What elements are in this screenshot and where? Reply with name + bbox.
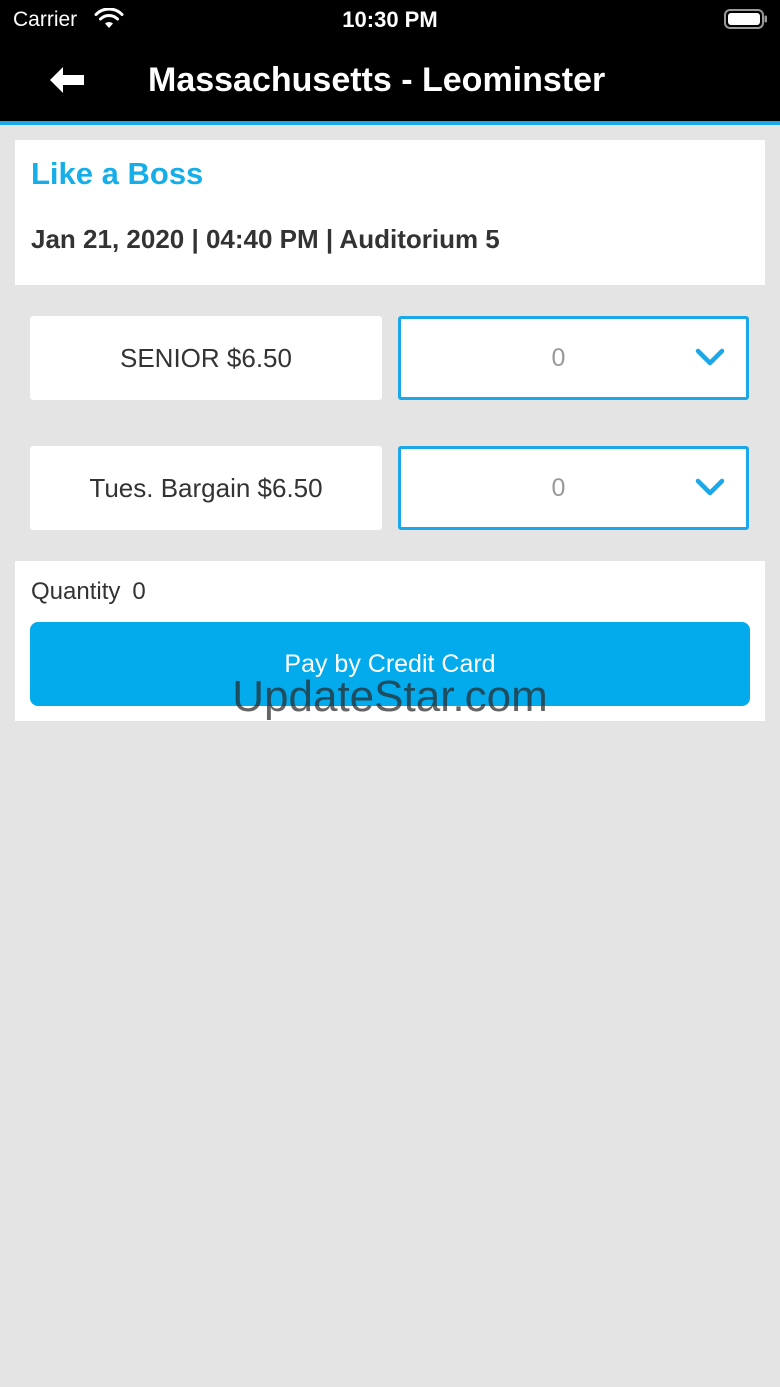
quantity-total: 0 [132, 578, 146, 605]
quantity-summary: Quantity 0 [31, 578, 146, 606]
chevron-down-icon [695, 478, 725, 496]
navigation-bar: Massachusetts - Leominster [0, 40, 780, 121]
senior-quantity-value: 0 [551, 344, 566, 372]
chevron-down-icon [695, 348, 725, 366]
status-bar: Carrier 10:30 PM [0, 0, 780, 40]
status-time: 10:30 PM [342, 7, 438, 32]
payment-card: Quantity 0 Pay by Credit Card [15, 561, 765, 721]
battery-icon [724, 9, 767, 29]
ticket-type-senior: SENIOR $6.50 [30, 316, 382, 400]
quantity-label: Quantity [31, 578, 121, 605]
senior-quantity-select[interactable]: 0 [398, 316, 749, 400]
arrow-left-icon [50, 67, 84, 93]
pay-by-credit-card-button[interactable]: Pay by Credit Card [30, 622, 750, 706]
back-button[interactable] [40, 58, 94, 102]
ticket-type-tues-bargain: Tues. Bargain $6.50 [30, 446, 382, 530]
showtime-details: Jan 21, 2020 | 04:40 PM | Auditorium 5 [31, 224, 500, 254]
movie-title: Like a Boss [31, 156, 204, 191]
tues-bargain-quantity-select[interactable]: 0 [398, 446, 749, 530]
movie-info-card: Like a Boss Jan 21, 2020 | 04:40 PM | Au… [15, 140, 765, 285]
page-title: Massachusetts - Leominster [148, 61, 606, 99]
app-screen: Carrier 10:30 PM Massachusetts - Leomins… [0, 0, 780, 1387]
tues-bargain-quantity-value: 0 [551, 474, 566, 502]
nav-accent-divider [0, 121, 780, 125]
